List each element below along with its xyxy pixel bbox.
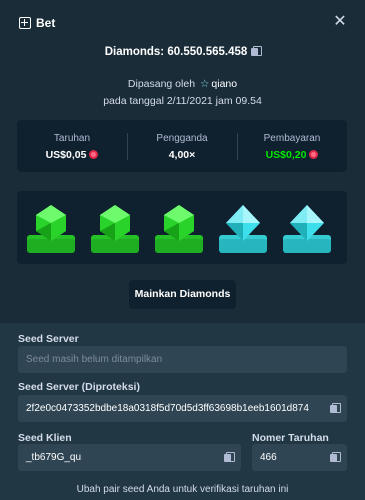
stat-bet-label: Taruhan [53,133,91,144]
diamonds-bet-id: Diamonds: 60.550.565.458 [0,46,365,58]
nonce-value: 466 [260,452,277,463]
diamond-tile-green [27,205,75,253]
stat-bet-value: US$0,05 [17,149,127,161]
stat-bet-amount: US$0,05 [45,149,87,161]
stat-multiplier-value: 4,00× [168,149,196,161]
stats-panel: Taruhan US$0,05 Pengganda 4,00× Pembayar… [17,120,347,172]
diamond-tile-green [91,205,139,253]
server-seed-label: Seed Server [18,333,79,345]
modal-header: Bet ✕ [0,0,365,46]
diamond-tile-blue [283,205,331,253]
server-seed-field[interactable]: Seed masih belum ditampilkan [18,346,347,373]
gem-facet [226,223,243,241]
stat-payout-label: Pembayaran [263,133,321,144]
gem-facet [290,205,307,223]
stat-payout: Pembayaran US$0,20 [237,120,347,172]
copy-icon[interactable] [330,452,341,462]
stat-bet: Taruhan US$0,05 [17,120,127,172]
placed-by-prefix: Dipasang oleh [127,78,196,90]
diamond-gem-icon [290,205,324,241]
gem-facet [290,223,307,241]
diamond-tile-green [155,205,203,253]
diamond-gem-icon [226,205,260,241]
user-link[interactable]: qiano [211,78,237,90]
gem-facet [226,205,243,223]
placed-on: pada tanggal 2/11/2021 jam 09.54 [103,95,262,107]
currency-coin-icon [309,150,319,159]
nonce-field[interactable]: 466 [252,444,347,471]
client-seed-field[interactable]: _tb679G_qu [18,444,241,471]
currency-coin-icon [89,150,99,159]
modal-title: Bet [36,16,56,30]
copy-icon[interactable] [251,46,263,56]
client-seed-value: _tb679G_qu [26,452,82,463]
bet-modal: Bet ✕ Diamonds: 60.550.565.458 Dipasang … [0,0,365,500]
gem-facet [243,205,260,223]
diamond-gem-icon [36,205,66,241]
nonce-label: Nomer Taruhan [252,432,329,444]
change-seed-link[interactable]: Ubah pair seed Anda untuk verifikasi tar… [0,484,365,495]
hashed-seed-value: 2f2e0c0473352bdbe18a0318f5d70d5d3ff63698… [26,403,309,414]
diamond-tile-blue [219,205,267,253]
fairness-section: Seed Server Seed masih belum ditampilkan… [0,323,365,500]
hashed-seed-field[interactable]: 2f2e0c0473352bdbe18a0318f5d70d5d3ff63698… [18,395,347,422]
copy-icon[interactable] [330,403,341,413]
bet-icon [19,17,31,29]
client-seed-label: Seed Klien [18,432,72,444]
diamond-gem-icon [100,205,130,241]
diamonds-bet-id-text: Diamonds: 60.550.565.458 [104,46,248,58]
game-board [17,191,347,264]
placed-by: Dipasang oleh ☆ qiano [0,78,365,90]
diamond-gem-icon [164,205,194,241]
gem-facet [307,205,324,223]
close-icon[interactable]: ✕ [333,14,347,30]
stat-payout-amount: US$0,20 [265,149,307,161]
stat-multiplier: Pengganda 4,00× [127,120,237,172]
stat-multiplier-label: Pengganda [156,133,208,144]
play-diamonds-button[interactable]: Mainkan Diamonds [129,280,236,309]
hashed-seed-label: Seed Server (Diproteksi) [18,381,140,393]
stat-payout-value: US$0,20 [237,149,347,161]
star-icon: ☆ [199,78,210,90]
copy-icon[interactable] [224,452,235,462]
